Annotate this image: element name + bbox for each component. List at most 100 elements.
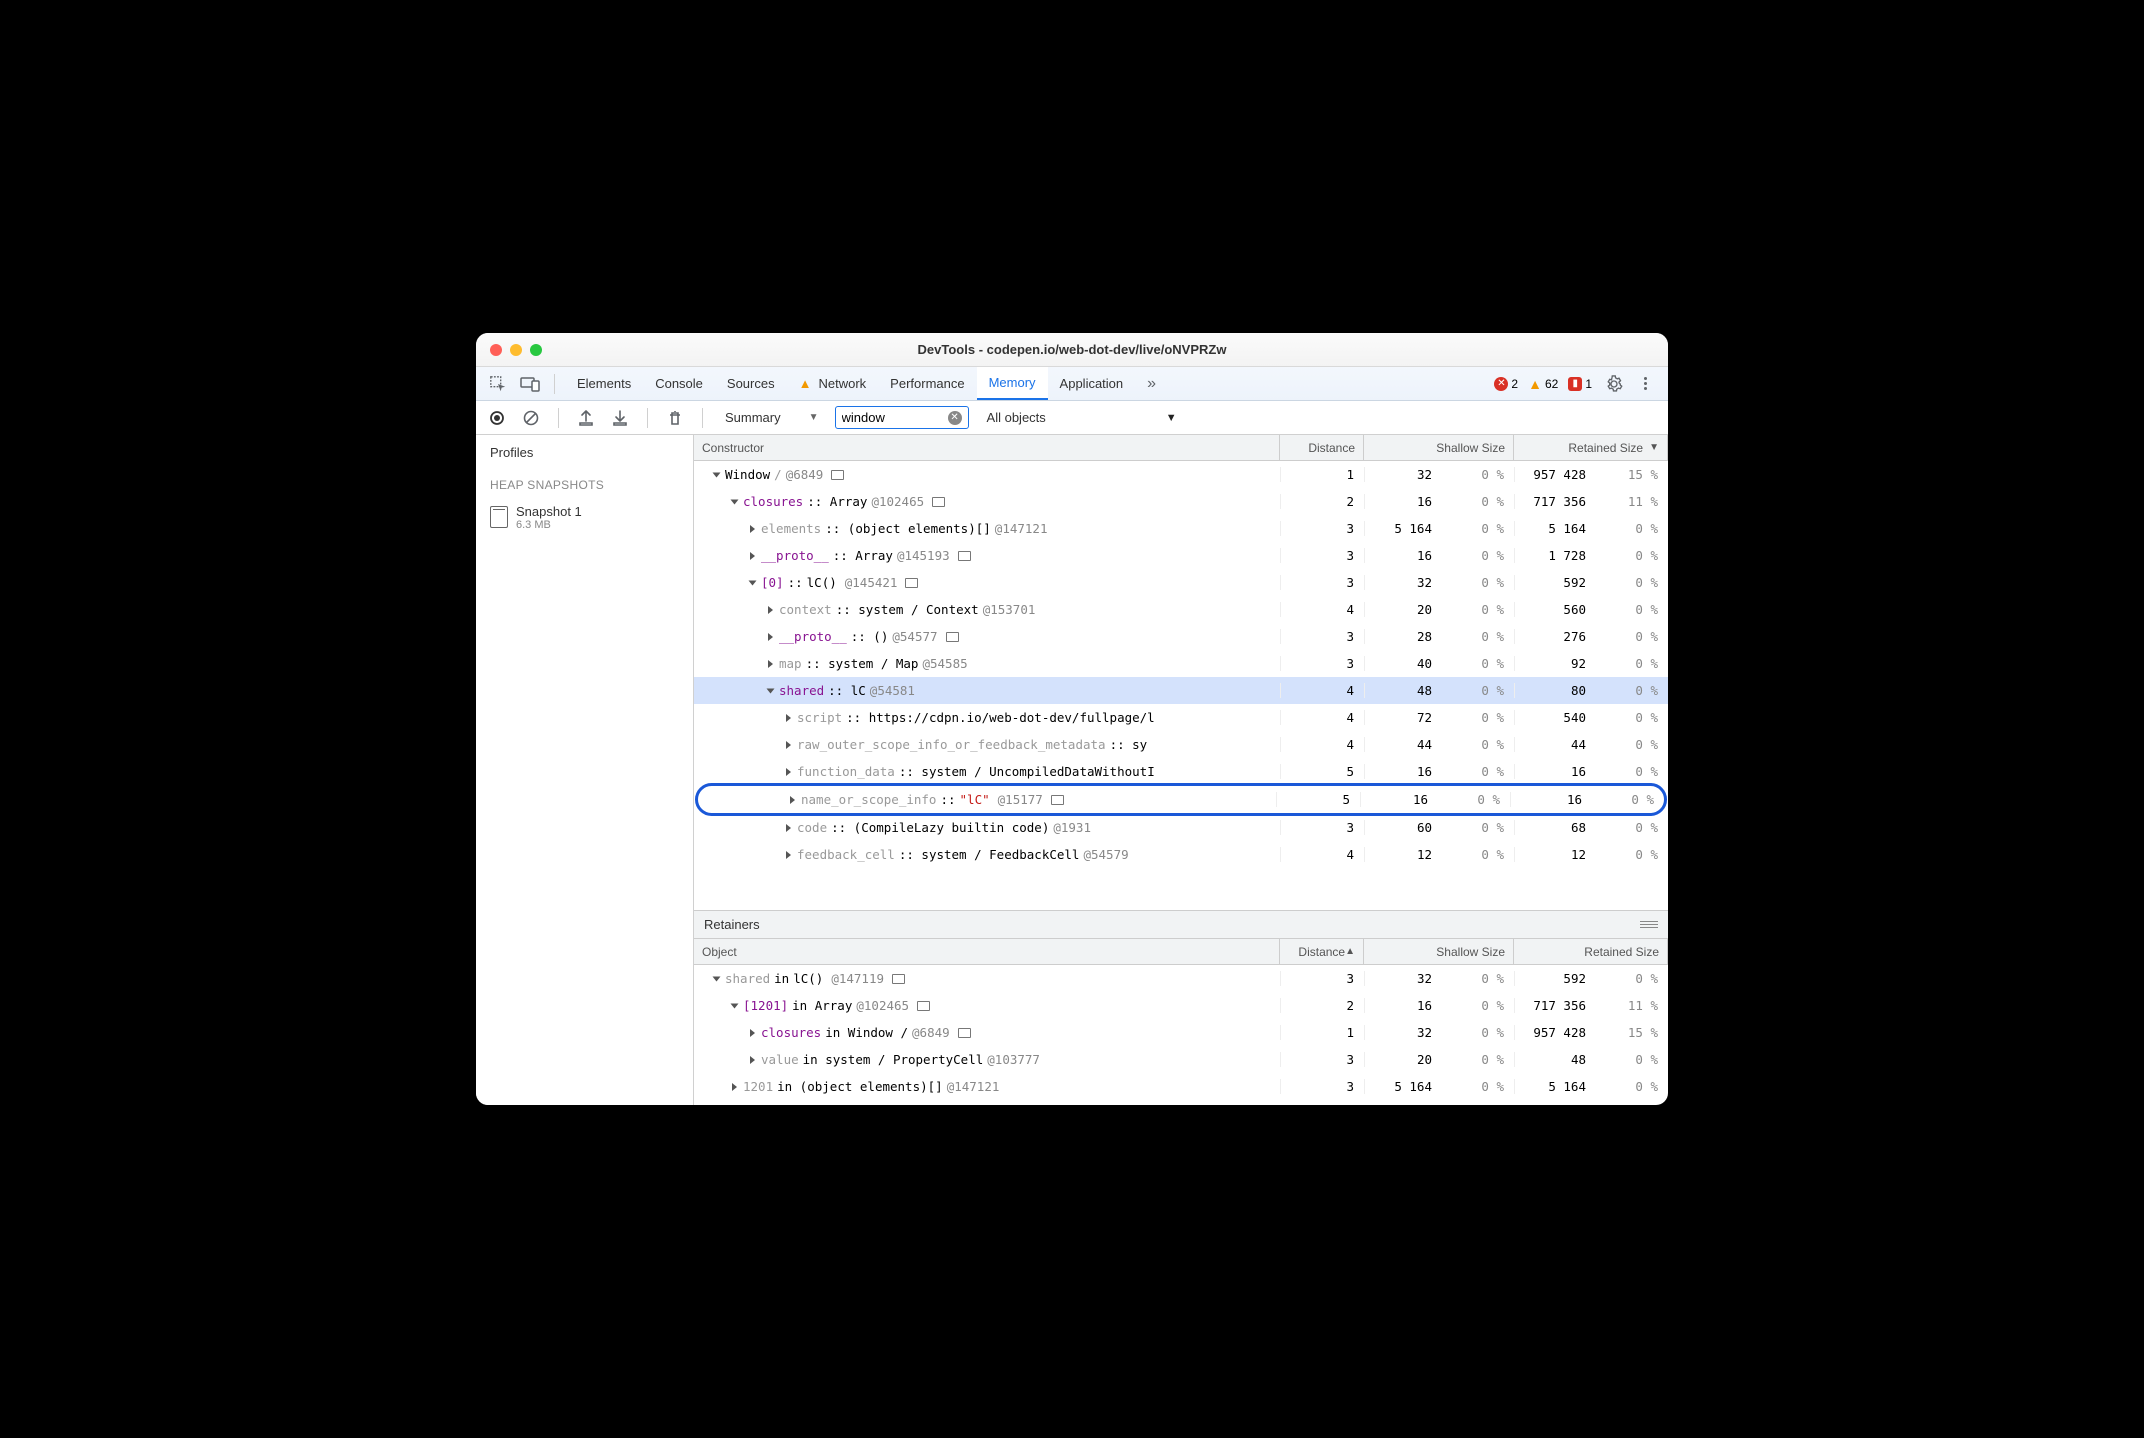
snapshot-size: 6.3 MB [516, 519, 582, 531]
class-filter[interactable]: ✕ [835, 406, 969, 429]
object-link-icon[interactable] [946, 632, 959, 642]
gc-icon[interactable] [662, 405, 688, 431]
filter-input[interactable] [842, 410, 942, 425]
disclosure-closed-icon[interactable] [786, 824, 791, 832]
inspect-icon[interactable] [484, 370, 512, 398]
retainer-rows[interactable]: shared in lC() @1471193320 %5920 %[1201]… [694, 965, 1668, 1105]
tab-console[interactable]: Console [643, 367, 715, 400]
table-row[interactable]: shared :: lC @545814480 %800 % [694, 677, 1668, 704]
tab-elements[interactable]: Elements [565, 367, 643, 400]
col-distance[interactable]: Distance▲ [1280, 939, 1364, 964]
object-link-icon[interactable] [932, 497, 945, 507]
disclosure-closed-icon[interactable] [786, 714, 791, 722]
table-row[interactable]: __proto__ :: () @545773280 %2760 % [694, 623, 1668, 650]
disclosure-closed-icon[interactable] [750, 1029, 755, 1037]
separator [702, 408, 703, 428]
warning-icon: ▲ [1528, 376, 1542, 392]
record-icon[interactable] [484, 405, 510, 431]
drag-handle-icon[interactable] [1640, 921, 1658, 929]
table-row[interactable]: Window / @68491320 %957 42815 % [694, 461, 1668, 488]
disclosure-open-icon[interactable] [731, 1003, 739, 1008]
table-row[interactable]: 1201 in (object elements)[] @14712135 16… [694, 1073, 1668, 1100]
disclosure-closed-icon[interactable] [750, 552, 755, 560]
disclosure-closed-icon[interactable] [750, 1056, 755, 1064]
table-row[interactable]: __proto__ :: Array @1451933160 %1 7280 % [694, 542, 1668, 569]
clear-filter-icon[interactable]: ✕ [948, 411, 962, 425]
view-dropdown[interactable]: Summary▼ [717, 407, 827, 428]
window-title: DevTools - codepen.io/web-dot-dev/live/o… [476, 342, 1668, 357]
table-row[interactable]: [0] :: lC() @1454213320 %5920 % [694, 569, 1668, 596]
tabbar-status: ✕2 ▲62 ▮1 [1494, 372, 1660, 396]
tab-sources[interactable]: Sources [715, 367, 787, 400]
object-filter-dropdown[interactable]: All objects▼ [977, 410, 1177, 425]
property-name: name_or_scope_info [801, 792, 936, 807]
table-row[interactable]: feedback_cell :: system / FeedbackCell @… [694, 841, 1668, 868]
kebab-menu-icon[interactable] [1636, 377, 1654, 390]
col-object[interactable]: Object [694, 939, 1280, 964]
clear-icon[interactable] [518, 405, 544, 431]
table-row[interactable]: map :: system / Map @545853400 %920 % [694, 650, 1668, 677]
import-icon[interactable] [607, 405, 633, 431]
constructor-rows[interactable]: Window / @68491320 %957 42815 %closures … [694, 461, 1668, 910]
col-retained-size[interactable]: Retained Size▼ [1514, 435, 1668, 460]
table-row[interactable]: shared in lC() @1471193320 %5920 % [694, 965, 1668, 992]
tab-performance[interactable]: Performance [878, 367, 976, 400]
more-tabs-icon[interactable]: » [1135, 367, 1168, 400]
col-retained-size[interactable]: Retained Size [1514, 939, 1668, 964]
retainers-header[interactable]: Retainers [694, 910, 1668, 939]
object-link-icon[interactable] [958, 1028, 971, 1038]
table-row[interactable]: script :: https://cdpn.io/web-dot-dev/fu… [694, 704, 1668, 731]
col-shallow-size[interactable]: Shallow Size [1364, 435, 1514, 460]
object-link-icon[interactable] [831, 470, 844, 480]
disclosure-closed-icon[interactable] [768, 660, 773, 668]
disclosure-closed-icon[interactable] [750, 525, 755, 533]
table-row[interactable]: raw_outer_scope_info_or_feedback_metadat… [694, 731, 1668, 758]
device-icon[interactable] [516, 370, 544, 398]
table-row[interactable]: context :: system / Context @1537014200 … [694, 596, 1668, 623]
settings-icon[interactable] [1602, 372, 1626, 396]
export-icon[interactable] [573, 405, 599, 431]
table-row[interactable]: name_or_scope_info :: "lC" @151775160 %1… [698, 786, 1664, 813]
object-link-icon[interactable] [905, 578, 918, 588]
table-row[interactable]: code :: (CompileLazy builtin code) @1931… [694, 814, 1668, 841]
disclosure-open-icon[interactable] [713, 976, 721, 981]
disclosure-open-icon[interactable] [749, 580, 757, 585]
tab-application[interactable]: Application [1048, 367, 1136, 400]
col-shallow-size[interactable]: Shallow Size [1364, 939, 1514, 964]
disclosure-closed-icon[interactable] [768, 633, 773, 641]
snapshot-item[interactable]: Snapshot 1 6.3 MB [476, 498, 693, 537]
table-row[interactable]: [1201] in Array @1024652160 %717 35611 % [694, 992, 1668, 1019]
table-row[interactable]: elements :: (object elements)[] @1471213… [694, 515, 1668, 542]
table-row[interactable]: function_data :: system / UncompiledData… [694, 758, 1668, 785]
tab-memory[interactable]: Memory [977, 367, 1048, 400]
col-distance[interactable]: Distance [1280, 435, 1364, 460]
table-row[interactable]: closures :: Array @1024652160 %717 35611… [694, 488, 1668, 515]
table-row[interactable]: value in system / PropertyCell @10377732… [694, 1046, 1668, 1073]
disclosure-open-icon[interactable] [713, 472, 721, 477]
object-link-icon[interactable] [892, 974, 905, 984]
object-link-icon[interactable] [958, 551, 971, 561]
property-name: __proto__ [761, 548, 829, 563]
disclosure-closed-icon[interactable] [786, 768, 791, 776]
disclosure-closed-icon[interactable] [786, 741, 791, 749]
object-link-icon[interactable] [917, 1001, 930, 1011]
tab-network[interactable]: ▲Network [787, 367, 879, 400]
col-constructor[interactable]: Constructor [694, 435, 1280, 460]
error-count[interactable]: ✕2 [1494, 377, 1518, 391]
object-link-icon[interactable] [1051, 795, 1064, 805]
disclosure-closed-icon[interactable] [790, 796, 795, 804]
disclosure-closed-icon[interactable] [768, 606, 773, 614]
disclosure-closed-icon[interactable] [732, 1083, 737, 1091]
memory-toolbar: Summary▼ ✕ All objects▼ [476, 401, 1668, 435]
warning-count[interactable]: ▲62 [1528, 376, 1558, 392]
issue-count[interactable]: ▮1 [1568, 377, 1592, 391]
table-row[interactable]: closures in Window / @68491320 %957 4281… [694, 1019, 1668, 1046]
disclosure-open-icon[interactable] [731, 499, 739, 504]
heap-snapshots-header: HEAP SNAPSHOTS [476, 470, 693, 498]
disclosure-open-icon[interactable] [767, 688, 775, 693]
separator [647, 408, 648, 428]
disclosure-closed-icon[interactable] [786, 851, 791, 859]
property-name: function_data [797, 764, 895, 779]
sort-asc-icon: ▲ [1345, 946, 1355, 957]
property-name: context [779, 602, 832, 617]
